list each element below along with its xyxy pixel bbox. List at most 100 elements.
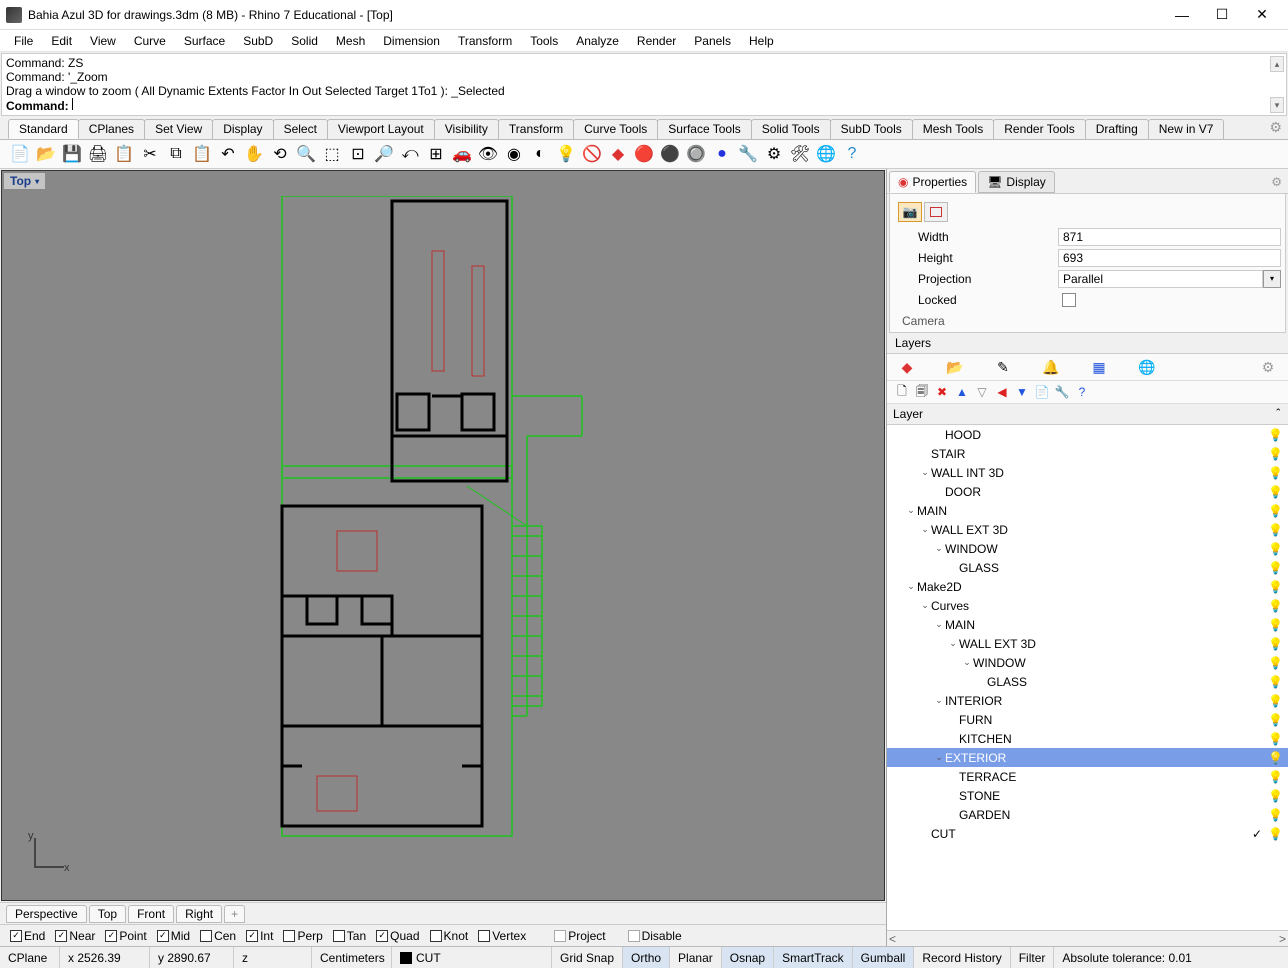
print-icon[interactable]: 🖨 — [86, 142, 110, 166]
menu-tools[interactable]: Tools — [522, 32, 566, 50]
menu-surface[interactable]: Surface — [176, 32, 233, 50]
layer-current-icon[interactable]: ✓ — [1252, 827, 1268, 841]
status-gridsnap[interactable]: Grid Snap — [552, 947, 623, 968]
layer-row[interactable]: HOOD💡 — [887, 425, 1288, 444]
layer-visibility-icon[interactable]: 💡 — [1268, 637, 1284, 651]
layer-visibility-icon[interactable]: 💡 — [1268, 789, 1284, 803]
layer-row[interactable]: GLASS💡 — [887, 558, 1288, 577]
layer-edit-icon[interactable]: ✎ — [989, 356, 1017, 378]
toolbar-tab-cplanes[interactable]: CPlanes — [78, 119, 145, 139]
toolbar-tab-render-tools[interactable]: Render Tools — [993, 119, 1086, 139]
options3-icon[interactable]: 🛠 — [788, 142, 812, 166]
layer-row[interactable]: ⌄WINDOW💡 — [887, 653, 1288, 672]
toolbar-tab-mesh-tools[interactable]: Mesh Tools — [912, 119, 994, 139]
material-props-icon[interactable] — [924, 202, 948, 222]
layers-horizontal-scrollbar[interactable]: <> — [887, 930, 1288, 946]
close-button[interactable]: ✕ — [1250, 5, 1274, 25]
layer-expand-icon[interactable]: ⌄ — [933, 543, 945, 554]
osnap-near[interactable]: Near — [51, 929, 99, 943]
layer-expand-icon[interactable]: ⌄ — [961, 657, 973, 668]
status-osnap[interactable]: Osnap — [722, 947, 774, 968]
toolbar-tab-curve-tools[interactable]: Curve Tools — [573, 119, 658, 139]
layer-row[interactable]: ⌄Curves💡 — [887, 596, 1288, 615]
osnap-checkbox[interactable] — [430, 930, 442, 942]
menu-view[interactable]: View — [82, 32, 124, 50]
menu-panels[interactable]: Panels — [686, 32, 739, 50]
layer-visibility-icon[interactable]: 💡 — [1268, 466, 1284, 480]
layer-expand-icon[interactable]: ⌄ — [919, 600, 931, 611]
osnap-checkbox[interactable] — [376, 930, 388, 942]
zoom-icon[interactable]: 🔍 — [294, 142, 318, 166]
panel-settings-icon[interactable]: ⚙ — [1267, 171, 1286, 193]
layer-visibility-icon[interactable]: 💡 — [1268, 428, 1284, 442]
menu-help[interactable]: Help — [741, 32, 782, 50]
maximize-button[interactable]: ☐ — [1210, 5, 1234, 25]
layer-row[interactable]: ⌄MAIN💡 — [887, 501, 1288, 520]
menu-render[interactable]: Render — [629, 32, 684, 50]
toolbar-tab-solid-tools[interactable]: Solid Tools — [751, 119, 831, 139]
copy-icon[interactable]: ⧉ — [164, 142, 188, 166]
shade-icon[interactable]: ◐ — [528, 142, 552, 166]
new-sublayer-icon[interactable]: 🗐 — [913, 383, 931, 401]
command-history[interactable]: Command: ZSCommand: '_ZoomDrag a window … — [1, 53, 1287, 116]
menu-file[interactable]: File — [6, 32, 41, 50]
status-filter[interactable]: Filter — [1011, 947, 1055, 968]
layer-visibility-icon[interactable]: 💡 — [1268, 713, 1284, 727]
layer-expand-icon[interactable]: ⌄ — [919, 467, 931, 478]
layer-row[interactable]: STONE💡 — [887, 786, 1288, 805]
view-tab-perspective[interactable]: Perspective — [6, 905, 87, 923]
status-gumball[interactable]: Gumball — [853, 947, 915, 968]
layer-visibility-icon[interactable]: 💡 — [1268, 808, 1284, 822]
menu-analyze[interactable]: Analyze — [568, 32, 627, 50]
osnap-checkbox[interactable] — [157, 930, 169, 942]
new-layer-icon[interactable]: 🗋 — [893, 383, 911, 401]
status-planar[interactable]: Planar — [670, 947, 722, 968]
layer-tools-icon[interactable]: 📄 — [1033, 383, 1051, 401]
layer-column-header[interactable]: Layer ⌃ — [887, 404, 1288, 425]
menu-dimension[interactable]: Dimension — [375, 32, 448, 50]
zoom-window-icon[interactable]: ⬚ — [320, 142, 344, 166]
move-down-icon[interactable]: ▽ — [973, 383, 991, 401]
menu-mesh[interactable]: Mesh — [328, 32, 373, 50]
paste-icon[interactable]: 📋 — [190, 142, 214, 166]
properties-tab[interactable]: ◉ Properties — [889, 171, 976, 193]
cut-icon[interactable]: ✂ — [138, 142, 162, 166]
add-view-tab[interactable]: + — [224, 905, 245, 923]
layer-visibility-icon[interactable]: 💡 — [1268, 732, 1284, 746]
layer-row[interactable]: ⌄INTERIOR💡 — [887, 691, 1288, 710]
osnap-checkbox[interactable] — [10, 930, 22, 942]
menu-curve[interactable]: Curve — [126, 32, 174, 50]
menu-transform[interactable]: Transform — [450, 32, 520, 50]
toolbar-tab-viewport-layout[interactable]: Viewport Layout — [327, 119, 435, 139]
viewport-props-icon[interactable]: 📷 — [898, 202, 922, 222]
layer-row[interactable]: ⌄MAIN💡 — [887, 615, 1288, 634]
web-icon[interactable]: 🌐 — [814, 142, 838, 166]
layer-visibility-icon[interactable]: 💡 — [1268, 827, 1284, 841]
layer-row[interactable]: TERRACE💡 — [887, 767, 1288, 786]
osnap-int[interactable]: Int — [242, 929, 277, 943]
layer-expand-icon[interactable]: ⌄ — [905, 505, 917, 516]
height-input[interactable] — [1058, 249, 1281, 267]
osnap-checkbox[interactable] — [246, 930, 258, 942]
locked-checkbox[interactable] — [1062, 293, 1076, 307]
status-layer[interactable]: CUT — [392, 947, 552, 968]
display-tab[interactable]: 🖥 Display — [978, 171, 1055, 193]
sphere-icon[interactable]: ● — [710, 142, 734, 166]
viewport-label[interactable]: Top ▾ — [4, 173, 45, 189]
osnap-checkbox[interactable] — [200, 930, 212, 942]
layer-row[interactable]: GLASS💡 — [887, 672, 1288, 691]
undo-view-icon[interactable]: ⤺ — [398, 142, 422, 166]
layer-row[interactable]: DOOR💡 — [887, 482, 1288, 501]
layer-expand-icon[interactable]: ⌄ — [905, 581, 917, 592]
named-view-icon[interactable]: 🚗 — [450, 142, 474, 166]
layer-material-icon[interactable]: ▦ — [1085, 356, 1113, 378]
menu-edit[interactable]: Edit — [43, 32, 80, 50]
view-tab-right[interactable]: Right — [176, 905, 222, 923]
status-record[interactable]: Record History — [914, 947, 1010, 968]
width-input[interactable] — [1058, 228, 1281, 246]
command-scrollbar[interactable]: ▴▾ — [1270, 56, 1284, 113]
osnap-checkbox[interactable] — [283, 930, 295, 942]
layer-row[interactable]: ⌄WINDOW💡 — [887, 539, 1288, 558]
view-tab-top[interactable]: Top — [89, 905, 126, 923]
four-view-icon[interactable]: ⊞ — [424, 142, 448, 166]
